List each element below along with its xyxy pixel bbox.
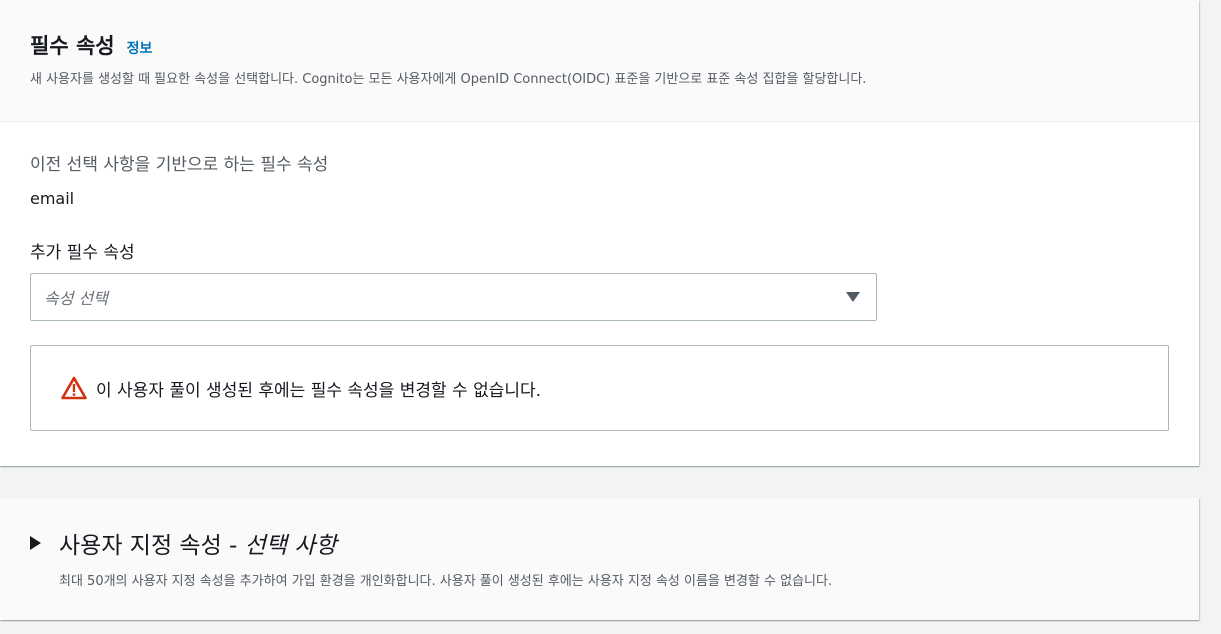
warning-alert: 이 사용자 풀이 생성된 후에는 필수 속성을 변경할 수 없습니다. [30,345,1169,431]
section-title: 필수 속성 [30,34,115,58]
panel-body: 이전 선택 사항을 기반으로 하는 필수 속성 email 추가 필수 속성 속… [0,122,1199,431]
custom-attributes-expander[interactable]: 사용자 지정 속성 - 선택 사항 [30,526,1199,560]
required-attributes-panel: 필수 속성 정보 새 사용자를 생성할 때 필요한 속성을 선택합니다. Cog… [0,0,1199,466]
previous-attributes-value: email [30,189,75,208]
attribute-select[interactable]: 속성 선택 [30,273,877,321]
additional-attributes-label: 추가 필수 속성 [30,243,135,263]
section-description: 새 사용자를 생성할 때 필요한 속성을 선택합니다. Cognito는 모든 … [30,72,867,87]
caret-down-icon [846,292,860,302]
custom-title-main: 사용자 지정 속성 - [59,533,245,559]
custom-attributes-description: 최대 50개의 사용자 지정 속성을 추가하여 가입 환경을 개인화합니다. 사… [59,574,833,589]
warning-icon [61,376,87,400]
caret-right-icon [30,536,41,550]
panel-header: 필수 속성 정보 새 사용자를 생성할 때 필요한 속성을 선택합니다. Cog… [0,0,1199,122]
alert-message: 이 사용자 풀이 생성된 후에는 필수 속성을 변경할 수 없습니다. [96,380,542,401]
info-link[interactable]: 정보 [127,38,153,58]
title-row: 필수 속성 정보 [30,30,1199,60]
custom-title-optional: 선택 사항 [244,533,337,559]
select-placeholder: 속성 선택 [44,289,108,308]
custom-attributes-title: 사용자 지정 속성 - 선택 사항 [59,526,337,560]
custom-attributes-panel: 사용자 지정 속성 - 선택 사항 최대 50개의 사용자 지정 속성을 추가하… [0,498,1199,620]
previous-attributes-label: 이전 선택 사항을 기반으로 하는 필수 속성 [30,155,329,175]
